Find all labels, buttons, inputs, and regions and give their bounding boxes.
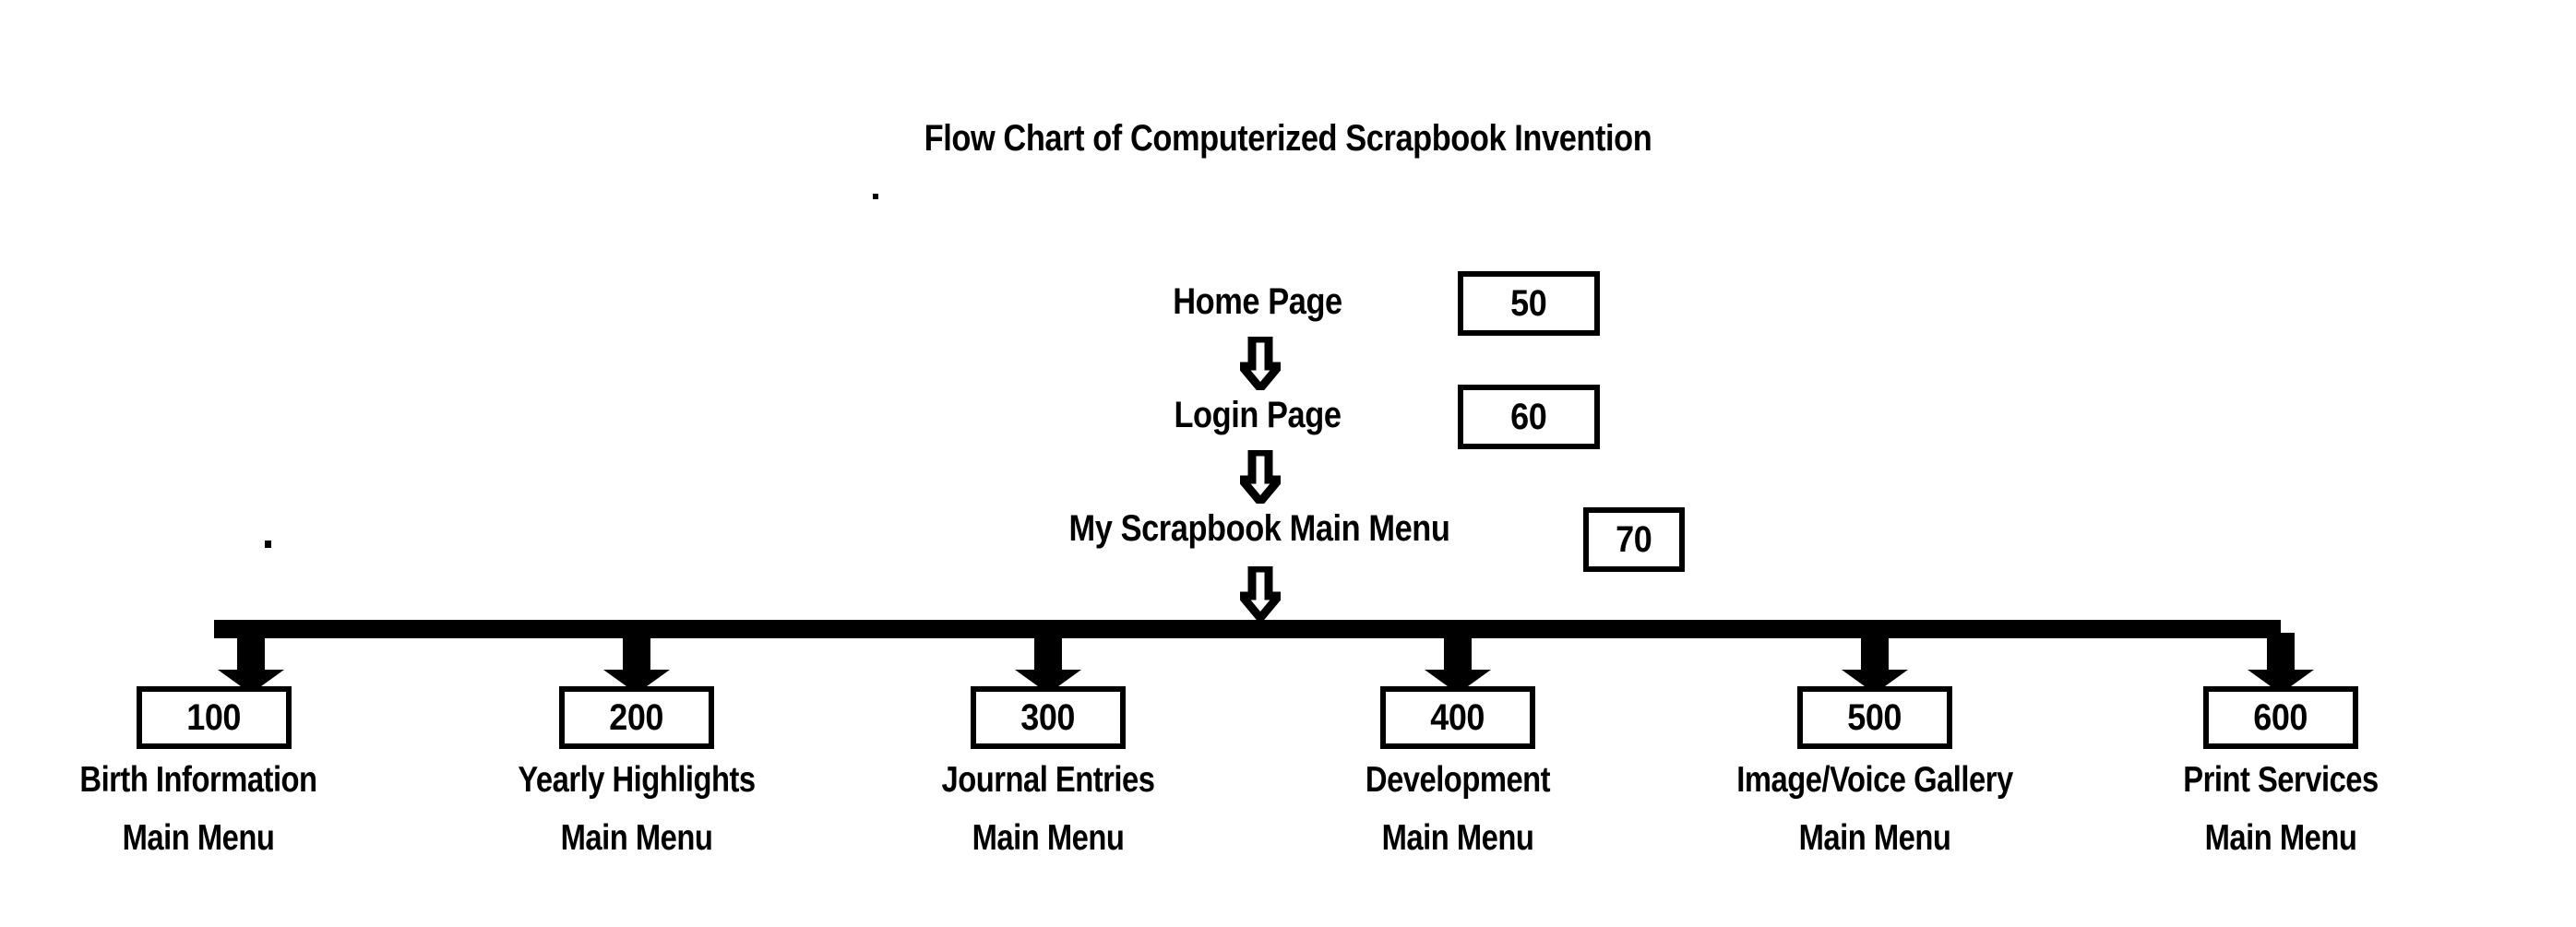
solid-down-arrow-icon [2244,633,2318,694]
down-arrow-icon [1240,566,1281,620]
branch-caption-500: Image/Voice Gallery Main Menu [1694,762,2055,856]
solid-down-arrow-icon [1421,633,1495,694]
branch-ref-box-100: 100 [137,686,292,749]
branch-caption-200-line1: Yearly Highlights [518,760,756,800]
solid-down-arrow-icon [600,633,674,694]
solid-down-arrow-icon [214,633,288,694]
ref-box-50: 50 [1458,271,1600,336]
branch-ref-box-500: 500 [1797,686,1952,749]
ref-box-60-value: 60 [1510,397,1547,437]
branch-caption-200: Yearly Highlights Main Menu [456,762,817,856]
flowchart-figure: Flow Chart of Computerized Scrapbook Inv… [0,0,2576,927]
node-label-my-scrapbook-main-menu: My Scrapbook Main Menu [1068,508,1450,549]
branch-ref-box-300: 300 [971,686,1126,749]
branch-caption-100: Birth Information Main Menu [18,762,378,856]
solid-down-arrow-icon [1838,633,1912,694]
branch-caption-400: Development Main Menu [1277,762,1638,856]
branch-caption-100-line2: Main Menu [122,818,275,858]
branch-ref-box-100-value: 100 [186,697,242,738]
down-arrow-icon [1240,337,1281,390]
branch-caption-600: Print Services Main Menu [2100,762,2461,856]
branch-caption-500-line2: Main Menu [1798,818,1951,858]
distribution-bus-bar [214,620,2281,638]
branch-caption-600-line1: Print Services [2183,760,2379,800]
node-label-home-page: Home Page [1173,281,1342,322]
branch-caption-400-line2: Main Menu [1381,818,1534,858]
down-arrow-icon [1240,450,1281,504]
branch-caption-600-line2: Main Menu [2204,818,2357,858]
ref-box-70: 70 [1583,507,1685,572]
branch-caption-100-line1: Birth Information [79,760,317,800]
branch-caption-200-line2: Main Menu [560,818,713,858]
branch-ref-box-400: 400 [1380,686,1535,749]
branch-ref-box-600-value: 600 [2253,697,2308,738]
branch-caption-400-line1: Development [1365,760,1551,800]
branch-caption-300-line2: Main Menu [972,818,1125,858]
ref-box-70-value: 70 [1616,519,1652,560]
branch-caption-300: Journal Entries Main Menu [867,762,1228,856]
branch-caption-500-line1: Image/Voice Gallery [1736,760,2013,800]
branch-ref-box-600: 600 [2203,686,2358,749]
figure-title: Flow Chart of Computerized Scrapbook Inv… [924,118,1652,159]
node-label-login-page: Login Page [1174,395,1342,435]
solid-down-arrow-icon [1011,633,1085,694]
branch-ref-box-200-value: 200 [609,697,664,738]
ref-box-60: 60 [1458,385,1600,449]
scan-artifact-dot [265,541,271,548]
ref-box-50-value: 50 [1510,283,1547,324]
branch-caption-300-line1: Journal Entries [941,760,1155,800]
scan-artifact-dot [873,194,878,199]
branch-ref-box-500-value: 500 [1847,697,1902,738]
branch-ref-box-200: 200 [559,686,714,749]
branch-ref-box-300-value: 300 [1020,697,1076,738]
branch-ref-box-400-value: 400 [1430,697,1485,738]
